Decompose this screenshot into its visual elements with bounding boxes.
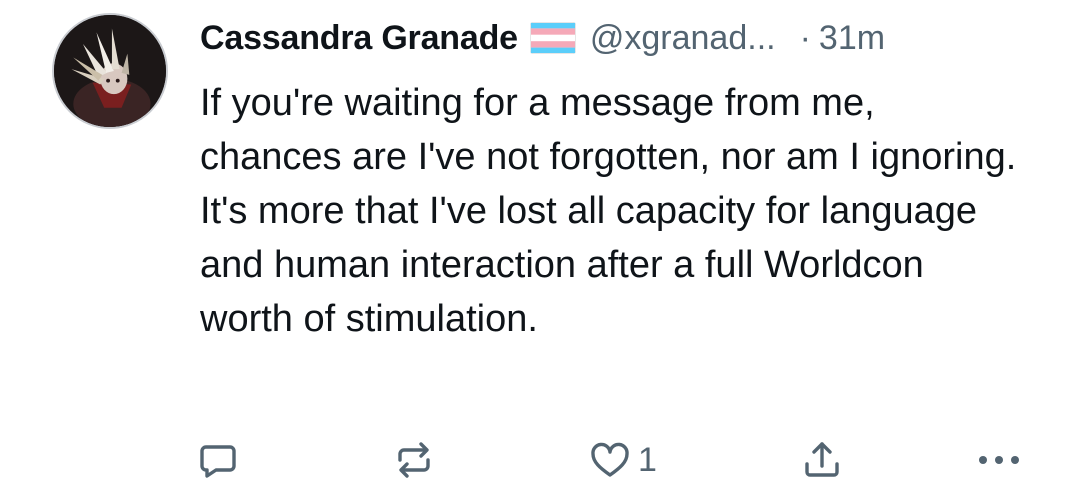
reply-button[interactable] <box>196 432 240 488</box>
more-options-button[interactable] <box>974 432 1024 488</box>
repost-arrows-icon <box>398 442 430 478</box>
like-count: 1 <box>638 440 657 479</box>
repost-button[interactable] <box>392 432 436 488</box>
share-upload-icon <box>805 442 839 477</box>
share-button[interactable] <box>800 432 844 488</box>
display-name[interactable]: Cassandra Granade <box>200 19 518 58</box>
post-header: Cassandra Granade @xgranad... · 31m <box>200 16 885 60</box>
transgender-flag-icon <box>529 22 576 54</box>
avatar[interactable] <box>52 13 168 129</box>
post[interactable]: Cassandra Granade @xgranad... · 31m If y… <box>0 0 1080 504</box>
like-button[interactable]: 1 <box>588 432 657 488</box>
user-handle[interactable]: @xgranad... <box>590 19 776 58</box>
action-bar: 1 <box>0 432 1080 488</box>
avatar-image <box>54 15 166 127</box>
heart-icon <box>591 442 629 477</box>
speech-bubble-icon <box>200 445 236 478</box>
post-text: If you're waiting for a message from me,… <box>200 82 1017 340</box>
separator-dot: · <box>799 18 811 57</box>
post-timestamp[interactable]: 31m <box>819 19 885 58</box>
more-dots-icon <box>979 456 1019 464</box>
